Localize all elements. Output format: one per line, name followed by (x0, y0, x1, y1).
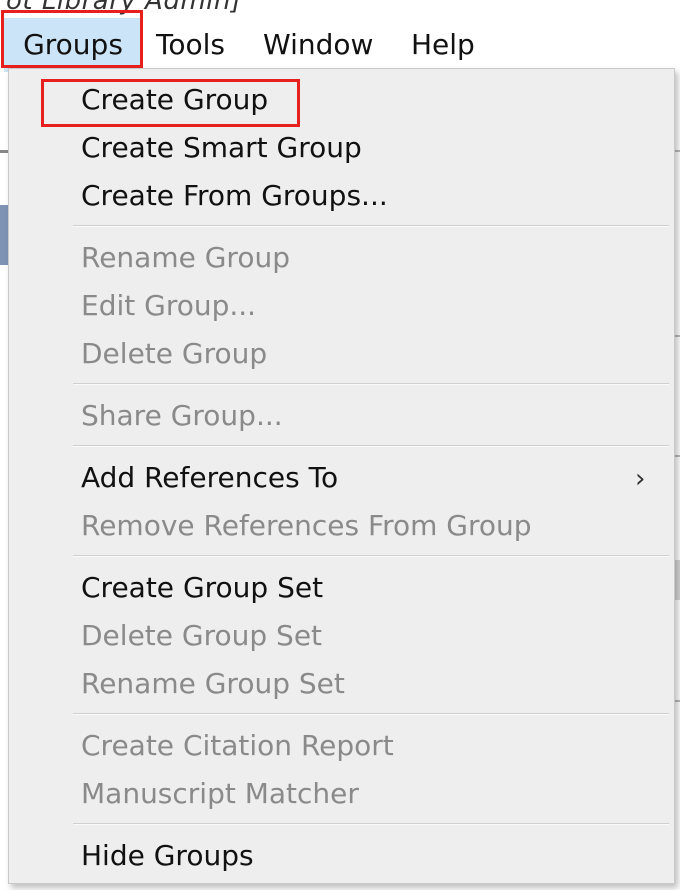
menu-item-delete-group-set: Delete Group Set (81, 619, 323, 652)
menu-separator (73, 555, 669, 557)
chevron-right-icon: › (635, 464, 646, 494)
menu-item-create-citation-report: Create Citation Report (81, 729, 394, 762)
menu-separator (73, 713, 669, 715)
menu-item-create-group[interactable]: Create Group (81, 81, 268, 119)
window-title: ot Library Admin] (6, 0, 242, 16)
menu-help[interactable]: Help (411, 18, 475, 72)
menu-window[interactable]: Window (263, 18, 373, 72)
menu-item-create-group-set[interactable]: Create Group Set (81, 569, 323, 607)
menu-groups[interactable]: Groups (4, 18, 142, 72)
screen: ot Library Admin] Groups Tools Window He… (0, 0, 680, 890)
menu-separator (73, 225, 669, 227)
menu-item-rename-group: Rename Group (81, 241, 290, 274)
menu-item-manuscript-matcher: Manuscript Matcher (81, 777, 359, 810)
menu-item-remove-references-from-group: Remove References From Group (81, 509, 532, 542)
menu-tools[interactable]: Tools (156, 18, 225, 72)
menu-separator (73, 383, 669, 385)
menu-item-create-smart-group[interactable]: Create Smart Group (81, 129, 362, 167)
menu-item-edit-group: Edit Group... (81, 289, 257, 322)
menu-bar: Groups Tools Window Help (0, 18, 680, 72)
menu-separator (73, 823, 669, 825)
menu-item-share-group: Share Group... (81, 399, 283, 432)
menu-item-rename-group-set: Rename Group Set (81, 667, 345, 700)
menu-separator (73, 445, 669, 447)
menu-item-hide-groups[interactable]: Hide Groups (81, 837, 254, 875)
menu-item-add-references-to[interactable]: Add References To (81, 459, 338, 497)
menu-item-create-from-groups[interactable]: Create From Groups... (81, 177, 388, 215)
menu-item-delete-group: Delete Group (81, 337, 268, 370)
groups-dropdown-menu: Create Group Create Smart Group Create F… (8, 68, 675, 884)
